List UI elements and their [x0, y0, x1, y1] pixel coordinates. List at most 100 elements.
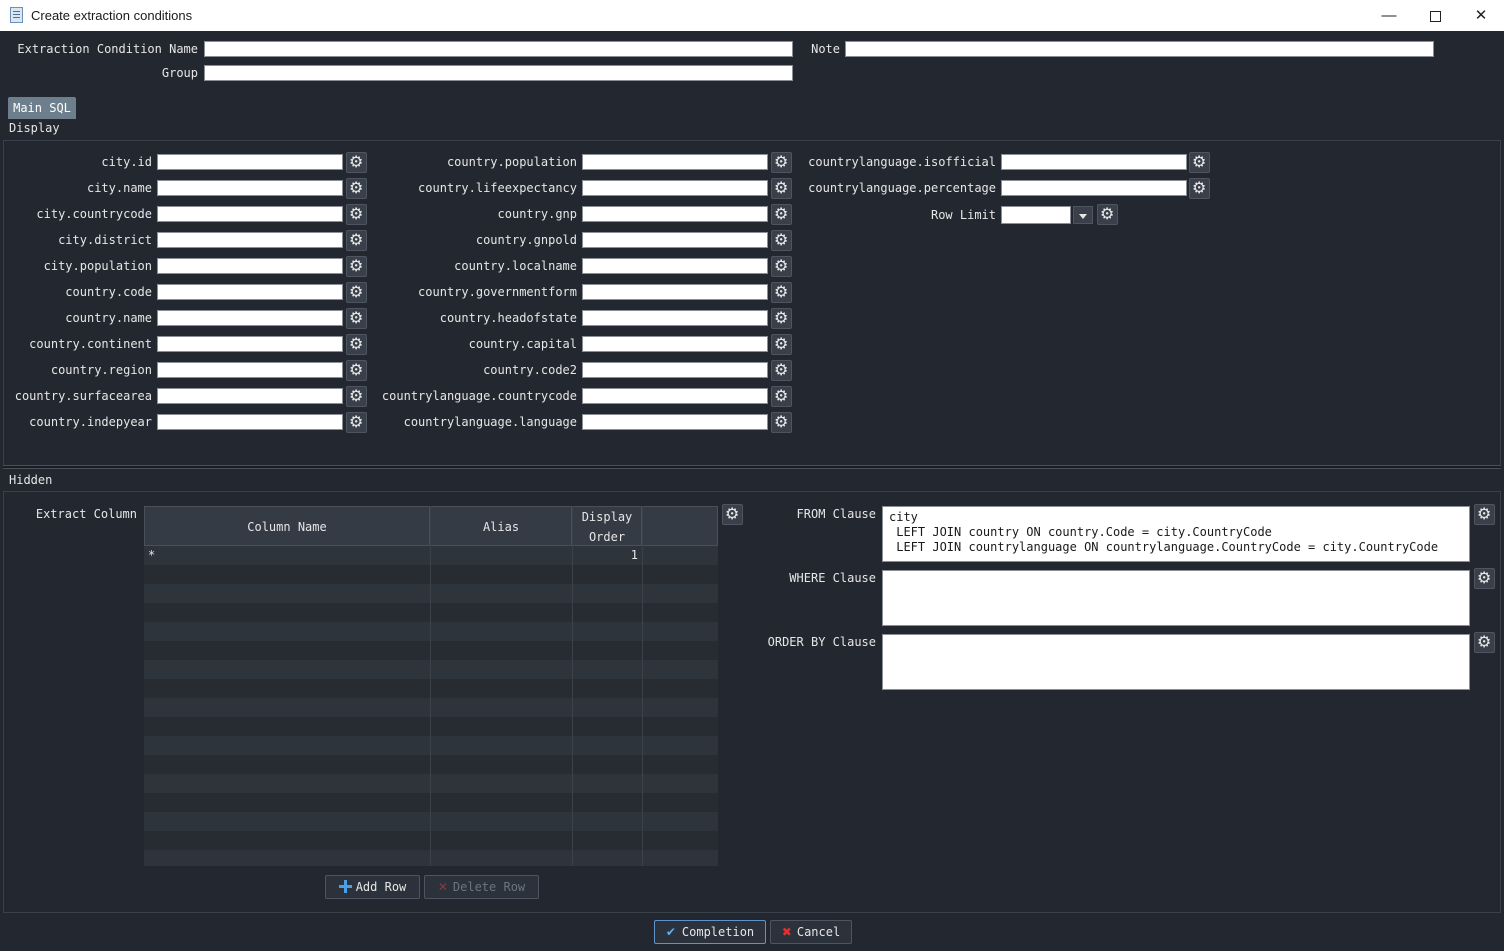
- display-field-label: country.code2: [483, 363, 577, 377]
- display-field-input[interactable]: [582, 336, 768, 352]
- display-field-label: city.district: [58, 233, 152, 247]
- display-field-label: city.name: [86, 181, 152, 195]
- table-row[interactable]: [144, 641, 718, 660]
- display-field-gear-icon[interactable]: [771, 230, 792, 251]
- condition-name-input[interactable]: [204, 41, 793, 57]
- condition-name-label: Extraction Condition Name: [17, 42, 198, 56]
- cancel-label: Cancel: [796, 925, 841, 939]
- close-button[interactable]: ✕: [1458, 0, 1504, 31]
- section-divider[interactable]: [3, 465, 1501, 469]
- from-clause-textarea[interactable]: city LEFT JOIN country ON country.Code =…: [882, 506, 1470, 562]
- extract-column-label: Extract Column: [35, 507, 137, 521]
- display-field-label: country.gnp: [497, 207, 577, 221]
- window-title: Create extraction conditions: [31, 8, 193, 23]
- table-row[interactable]: [144, 603, 718, 622]
- display-field-label: countrylanguage.isofficial: [808, 155, 996, 169]
- table-row[interactable]: [144, 698, 718, 717]
- from-clause-gear-icon[interactable]: [1474, 504, 1495, 525]
- display-field-label: country.localname: [454, 259, 577, 273]
- display-field-input[interactable]: [582, 362, 768, 378]
- display-field-input[interactable]: [582, 388, 768, 404]
- table-row[interactable]: [144, 812, 718, 831]
- display-field-label: country.population: [446, 155, 577, 169]
- from-clause-label: FROM Clause: [796, 507, 876, 521]
- orderby-clause-textarea[interactable]: [882, 634, 1470, 690]
- table-row[interactable]: [144, 622, 718, 641]
- table-row[interactable]: [144, 584, 718, 603]
- column-name-header[interactable]: Column Name: [144, 506, 430, 546]
- orderby-clause-label: ORDER BY Clause: [767, 635, 876, 649]
- tab-main-sql[interactable]: Main SQL: [8, 97, 76, 119]
- where-clause-label: WHERE Clause: [789, 571, 876, 585]
- delete-row-button[interactable]: ✕ Delete Row: [424, 875, 539, 899]
- table-row[interactable]: [144, 736, 718, 755]
- display-field-label: city.population: [43, 259, 152, 273]
- display-field-gear-icon[interactable]: [1189, 178, 1210, 199]
- display-field-label: country.lifeexpectancy: [418, 181, 577, 195]
- table-row[interactable]: [144, 679, 718, 698]
- delete-icon: ✕: [437, 880, 448, 894]
- display-field-input[interactable]: [582, 414, 768, 430]
- completion-button[interactable]: ✔ Completion: [654, 920, 766, 944]
- display-field-label: countrylanguage.percentage: [808, 181, 996, 195]
- display-field-input[interactable]: [1001, 154, 1187, 170]
- app-icon: [10, 7, 23, 23]
- extract-column-grid[interactable]: Column Name Alias Display Order * 1: [144, 506, 718, 866]
- cancel-icon: ✖: [781, 925, 792, 939]
- display-field-input[interactable]: [582, 206, 768, 222]
- display-field-gear-icon[interactable]: [771, 204, 792, 225]
- row-limit-label: Row Limit: [930, 208, 996, 222]
- display-field-input[interactable]: [582, 284, 768, 300]
- table-row[interactable]: [144, 774, 718, 793]
- extract-column-gear-icon[interactable]: [722, 504, 743, 525]
- display-field-input[interactable]: [582, 232, 768, 248]
- display-field-label: country.continent: [29, 337, 152, 351]
- display-field-gear-icon[interactable]: [771, 360, 792, 381]
- plus-icon: [338, 880, 352, 893]
- row-limit-select[interactable]: [1001, 206, 1071, 224]
- display-field-label: country.region: [50, 363, 152, 377]
- alias-header[interactable]: Alias: [430, 506, 572, 546]
- row-1-display-order[interactable]: 1: [572, 548, 638, 562]
- row-limit-gear-icon[interactable]: [1097, 204, 1118, 225]
- display-field-gear-icon[interactable]: [771, 256, 792, 277]
- display-order-header[interactable]: Display Order: [572, 506, 642, 546]
- cancel-button[interactable]: ✖ Cancel: [770, 920, 852, 944]
- display-field-input[interactable]: [582, 310, 768, 326]
- group-input[interactable]: [204, 65, 793, 81]
- add-row-button[interactable]: Add Row: [325, 875, 420, 899]
- display-field-label: city.countrycode: [36, 207, 152, 221]
- group-label: Group: [161, 66, 198, 80]
- display-field-input[interactable]: [1001, 180, 1187, 196]
- table-row[interactable]: [144, 793, 718, 812]
- maximize-button[interactable]: [1412, 0, 1458, 31]
- table-row[interactable]: [144, 755, 718, 774]
- display-field-label: country.capital: [468, 337, 577, 351]
- maximize-icon: [1429, 10, 1441, 22]
- check-icon: ✔: [665, 925, 676, 939]
- minimize-button[interactable]: —: [1366, 0, 1412, 31]
- display-field-label: country.name: [65, 311, 152, 325]
- table-row[interactable]: [144, 831, 718, 850]
- display-field-gear-icon[interactable]: [771, 308, 792, 329]
- grid-divider: [430, 506, 431, 866]
- completion-label: Completion: [681, 925, 755, 939]
- display-field-gear-icon[interactable]: [771, 334, 792, 355]
- row-limit-dropdown-button[interactable]: [1073, 206, 1093, 224]
- table-row[interactable]: [144, 660, 718, 679]
- note-input[interactable]: [845, 41, 1434, 57]
- table-row[interactable]: [144, 565, 718, 584]
- orderby-clause-gear-icon[interactable]: [1474, 632, 1495, 653]
- note-label: Note: [811, 42, 840, 56]
- where-clause-gear-icon[interactable]: [1474, 568, 1495, 589]
- display-field-gear-icon[interactable]: [771, 282, 792, 303]
- display-field-gear-icon[interactable]: [771, 386, 792, 407]
- table-row[interactable]: [144, 850, 718, 866]
- where-clause-textarea[interactable]: [882, 570, 1470, 626]
- display-field-label: country.gnpold: [475, 233, 577, 247]
- table-row[interactable]: [144, 717, 718, 736]
- display-field-gear-icon[interactable]: [1189, 152, 1210, 173]
- row-1-column-name[interactable]: *: [148, 548, 155, 562]
- display-field-input[interactable]: [582, 258, 768, 274]
- display-field-gear-icon[interactable]: [771, 412, 792, 433]
